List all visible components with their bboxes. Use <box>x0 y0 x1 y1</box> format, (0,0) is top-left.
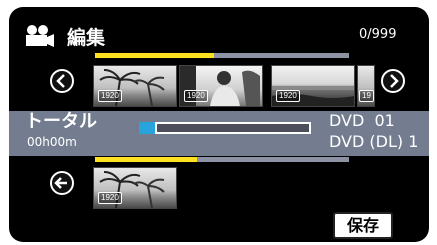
scene-counter: 0/999 <box>359 27 397 42</box>
video-camera-icon <box>26 25 54 47</box>
disc-capacity-bar <box>139 122 311 134</box>
resolution-badge: 1920 <box>98 90 122 102</box>
arrow-left-icon <box>54 177 67 189</box>
scene-thumbnail[interactable]: 1920 <box>93 65 177 107</box>
total-time: 00h00m <box>27 135 77 149</box>
back-button[interactable] <box>50 171 74 195</box>
scroll-left-button[interactable] <box>50 69 74 93</box>
chevron-right-icon <box>390 74 399 88</box>
scene-position-bar <box>95 53 349 58</box>
save-button[interactable]: 保存 <box>333 212 393 239</box>
camera-lcd-screen: 編集 0/999 1920 1920 1920 19 トータル 00h00m D… <box>9 7 429 242</box>
resolution-badge: 1920 <box>98 192 122 204</box>
total-label: トータル <box>25 111 97 132</box>
capacity-remaining <box>157 124 309 132</box>
selected-thumbnail[interactable]: 1920 <box>93 167 177 209</box>
scene-thumbnail[interactable]: 19 <box>357 65 375 107</box>
scroll-right-button[interactable] <box>381 69 405 93</box>
resolution-badge: 1920 <box>276 90 300 102</box>
selected-position-bar <box>95 157 349 162</box>
dvd-count: DVD 01 <box>329 111 395 130</box>
chevron-left-icon <box>56 74 65 88</box>
capacity-used-fill <box>139 122 155 134</box>
page-title: 編集 <box>67 27 106 49</box>
resolution-badge: 1920 <box>184 90 208 102</box>
scene-thumbnail[interactable]: 1920 <box>179 65 263 107</box>
scene-thumbnail[interactable]: 1920 <box>271 65 355 107</box>
dvd-dl-count: DVD (DL) 1 <box>329 132 419 151</box>
resolution-badge: 19 <box>359 90 374 102</box>
